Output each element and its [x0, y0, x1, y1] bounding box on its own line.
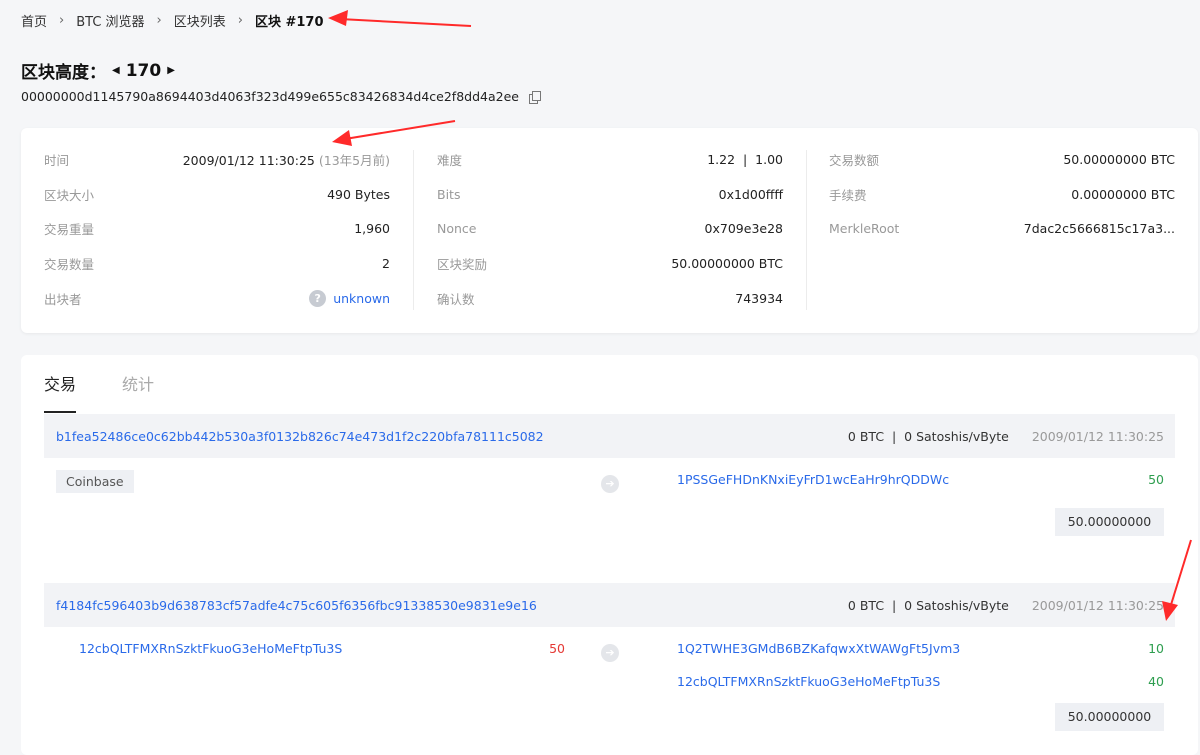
info-row-size: 区块大小 490 Bytes	[44, 177, 390, 212]
info-value: 1.22 | 1.00	[707, 151, 783, 167]
next-block-arrow-icon[interactable]: ▶	[167, 65, 175, 76]
block-hash-row: 00000000d1145790a8694403d4063f323d499e65…	[21, 89, 541, 104]
info-row-miner: 出块者 ? unknown	[44, 281, 390, 316]
info-label: 时间	[44, 152, 70, 168]
info-row-bits: Bits 0x1d00ffff	[437, 177, 783, 212]
miner-link[interactable]: ? unknown	[309, 289, 390, 307]
time-value: 2009/01/12 11:30:25	[182, 152, 315, 168]
transaction-header: b1fea52486ce0c62bb442b530a3f0132b826c74e…	[44, 414, 1175, 458]
transaction-hash-link[interactable]: f4184fc596403b9d638783cf57adfe4c75c605f6…	[56, 598, 537, 613]
transaction-body: 12cbQLTFMXRnSzktFkuoG3eHoMeFtpTu3S 50 ➔ …	[44, 627, 1175, 747]
transaction-item: b1fea52486ce0c62bb442b530a3f0132b826c74e…	[44, 414, 1175, 554]
info-label: 区块奖励	[437, 256, 488, 272]
info-row-weight: 交易重量 1,960	[44, 211, 390, 246]
chevron-right-icon: ›	[156, 12, 162, 28]
info-value: 7dac2c5666815c17a3...	[1023, 221, 1175, 237]
annotation-arrow	[328, 10, 472, 27]
info-value: 50.00000000 BTC	[671, 255, 783, 271]
info-label: 区块大小	[44, 187, 95, 203]
tab-statistics[interactable]: 统计	[122, 371, 154, 413]
input-amount: 50	[549, 641, 565, 656]
tab-bar: 交易 统计	[44, 371, 200, 413]
info-column-3: 交易数额 50.00000000 BTC 手续费 0.00000000 BTC …	[829, 142, 1175, 312]
transaction-item: f4184fc596403b9d638783cf57adfe4c75c605f6…	[44, 583, 1175, 747]
output-address-link[interactable]: 1Q2TWHE3GMdB6BZKafqwxXtWAWgFt5Jvm3	[677, 641, 960, 656]
miner-value[interactable]: unknown	[333, 291, 390, 306]
transaction-meta: 0 BTC | 0 Satoshis/vByte 2009/01/12 11:3…	[848, 429, 1164, 444]
transaction-time: 2009/01/12 11:30:25	[1031, 597, 1164, 613]
copy-icon[interactable]	[528, 90, 541, 104]
info-value: 0.00000000 BTC	[1071, 186, 1175, 202]
info-value: 0x1d00ffff	[718, 186, 783, 202]
info-row-fee: 手续费 0.00000000 BTC	[829, 177, 1175, 212]
transaction-body: Coinbase ➔ 1PSSGeFHDnKNxiEyFrD1wcEaHr9hr…	[44, 458, 1175, 554]
page-title: 区块高度： ◀ 170 ▶	[21, 58, 181, 84]
info-row-confirmations: 确认数 743934	[437, 281, 783, 316]
input-address-link[interactable]: 12cbQLTFMXRnSzktFkuoG3eHoMeFtpTu3S	[79, 641, 342, 656]
info-value: 1,960	[354, 221, 390, 237]
info-row-reward: 区块奖励 50.00000000 BTC	[437, 246, 783, 281]
info-column-2: 难度 1.22 | 1.00 Bits 0x1d00ffff Nonce 0x7…	[437, 142, 783, 312]
info-value: 2	[382, 255, 390, 271]
chevron-right-icon: ›	[237, 12, 243, 28]
output-address-link[interactable]: 1PSSGeFHDnKNxiEyFrD1wcEaHr9hrQDDWc	[677, 472, 949, 487]
output-address-link[interactable]: 12cbQLTFMXRnSzktFkuoG3eHoMeFtpTu3S	[677, 674, 940, 689]
breadcrumb-btc-explorer[interactable]: BTC 浏览器	[76, 11, 144, 30]
info-row-tx-count: 交易数量 2	[44, 246, 390, 281]
tab-transactions[interactable]: 交易	[44, 371, 77, 413]
info-label: 交易数量	[44, 256, 95, 272]
arrow-right-icon: ➔	[601, 475, 619, 493]
info-label: 交易数额	[829, 152, 880, 168]
info-row-difficulty: 难度 1.22 | 1.00	[437, 142, 783, 177]
info-label: Nonce	[437, 221, 477, 237]
block-height-value: 170	[125, 60, 162, 81]
breadcrumb-home[interactable]: 首页	[21, 11, 47, 30]
block-info-card: 时间 2009/01/12 11:30:25 (13年5月前) 区块大小 490…	[21, 128, 1198, 333]
info-value: 490 Bytes	[327, 186, 390, 202]
info-label: Bits	[437, 186, 461, 202]
prev-block-arrow-icon[interactable]: ◀	[112, 65, 120, 76]
info-label: MerkleRoot	[829, 221, 900, 237]
output-amount: 10	[1148, 641, 1164, 656]
info-label: 手续费	[829, 187, 867, 203]
info-column-1: 时间 2009/01/12 11:30:25 (13年5月前) 区块大小 490…	[44, 142, 390, 312]
breadcrumb-block-list[interactable]: 区块列表	[174, 11, 226, 30]
question-icon: ?	[309, 289, 327, 307]
arrow-right-icon: ➔	[601, 644, 619, 662]
block-hash: 00000000d1145790a8694403d4063f323d499e65…	[21, 89, 519, 104]
breadcrumb-current: 区块 #170	[254, 14, 324, 30]
info-row-tx-amount: 交易数额 50.00000000 BTC	[829, 142, 1175, 177]
coinbase-badge: Coinbase	[56, 470, 134, 493]
info-value: 50.00000000 BTC	[1063, 151, 1175, 167]
info-value: 0x709e3e28	[704, 221, 783, 237]
info-row-nonce: Nonce 0x709e3e28	[437, 211, 783, 246]
chevron-right-icon: ›	[59, 12, 65, 28]
transaction-hash-link[interactable]: b1fea52486ce0c62bb442b530a3f0132b826c74e…	[56, 429, 544, 444]
info-value: 743934	[735, 290, 783, 306]
info-label: 交易重量	[44, 222, 95, 238]
output-amount: 40	[1148, 674, 1164, 689]
transactions-card: 交易 统计 b1fea52486ce0c62bb442b530a3f0132b8…	[21, 355, 1198, 755]
transaction-fee: 0 BTC | 0 Satoshis/vByte	[847, 428, 1009, 444]
column-divider	[413, 150, 414, 310]
column-divider	[806, 150, 807, 310]
transaction-fee: 0 BTC | 0 Satoshis/vByte	[847, 597, 1009, 613]
info-value: 2009/01/12 11:30:25 (13年5月前)	[183, 150, 390, 169]
transaction-meta: 0 BTC | 0 Satoshis/vByte 2009/01/12 11:3…	[848, 598, 1164, 613]
time-ago: (13年5月前)	[318, 152, 390, 168]
info-row-time: 时间 2009/01/12 11:30:25 (13年5月前)	[44, 142, 390, 177]
transaction-total: 50.00000000	[1055, 508, 1164, 536]
info-label: 出块者	[44, 291, 82, 307]
info-label: 确认数	[437, 291, 475, 307]
info-label: 难度	[437, 152, 463, 168]
transaction-header: f4184fc596403b9d638783cf57adfe4c75c605f6…	[44, 583, 1175, 627]
info-row-merkle-root: MerkleRoot 7dac2c5666815c17a3...	[829, 211, 1175, 246]
transaction-time: 2009/01/12 11:30:25	[1031, 428, 1164, 444]
output-amount: 50	[1148, 472, 1164, 487]
transaction-total: 50.00000000	[1055, 703, 1164, 731]
breadcrumb: 首页 › BTC 浏览器 › 区块列表 › 区块 #170	[21, 11, 324, 30]
block-height-label: 区块高度：	[21, 63, 106, 83]
